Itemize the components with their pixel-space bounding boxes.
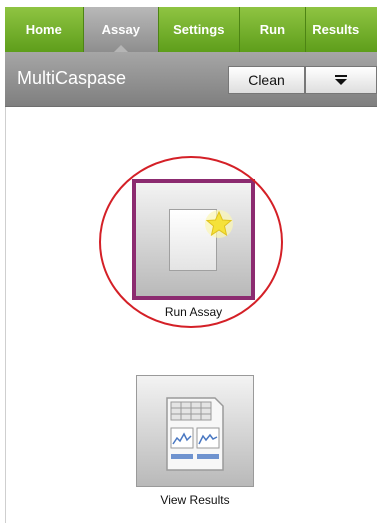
active-tab-caret-icon (113, 45, 128, 52)
run-assay-label: Run Assay (164, 305, 223, 319)
content-left-border (5, 107, 6, 523)
main-tab-bar: Home Assay Settings Run Results (5, 7, 377, 52)
assay-toolbar: MultiCaspase Clean (5, 52, 377, 107)
tab-run-label: Run (259, 22, 286, 37)
clean-button-label: Clean (248, 72, 285, 88)
menu-dropdown-button[interactable] (305, 66, 377, 94)
tab-assay[interactable]: Assay (83, 7, 160, 52)
view-results-button[interactable] (136, 375, 254, 487)
tab-results-label: Results (312, 22, 360, 37)
tab-home[interactable]: Home (5, 7, 84, 52)
view-results-tile[interactable]: View Results (136, 375, 254, 509)
assay-title: MultiCaspase (17, 68, 127, 88)
clean-button[interactable]: Clean (228, 66, 305, 94)
tab-settings[interactable]: Settings (159, 7, 240, 52)
star-icon (205, 210, 233, 238)
menu-dropdown-icon (335, 75, 347, 85)
run-assay-button[interactable] (132, 179, 255, 300)
run-assay-tile[interactable]: Run Assay (132, 179, 255, 324)
view-results-label: View Results (160, 493, 230, 507)
tab-run[interactable]: Run (240, 7, 307, 52)
tab-settings-label: Settings (173, 22, 225, 37)
results-sheet-icon (166, 397, 224, 471)
tab-home-label: Home (25, 22, 62, 37)
tab-results[interactable]: Results (306, 7, 377, 52)
tab-assay-label: Assay (101, 22, 140, 37)
